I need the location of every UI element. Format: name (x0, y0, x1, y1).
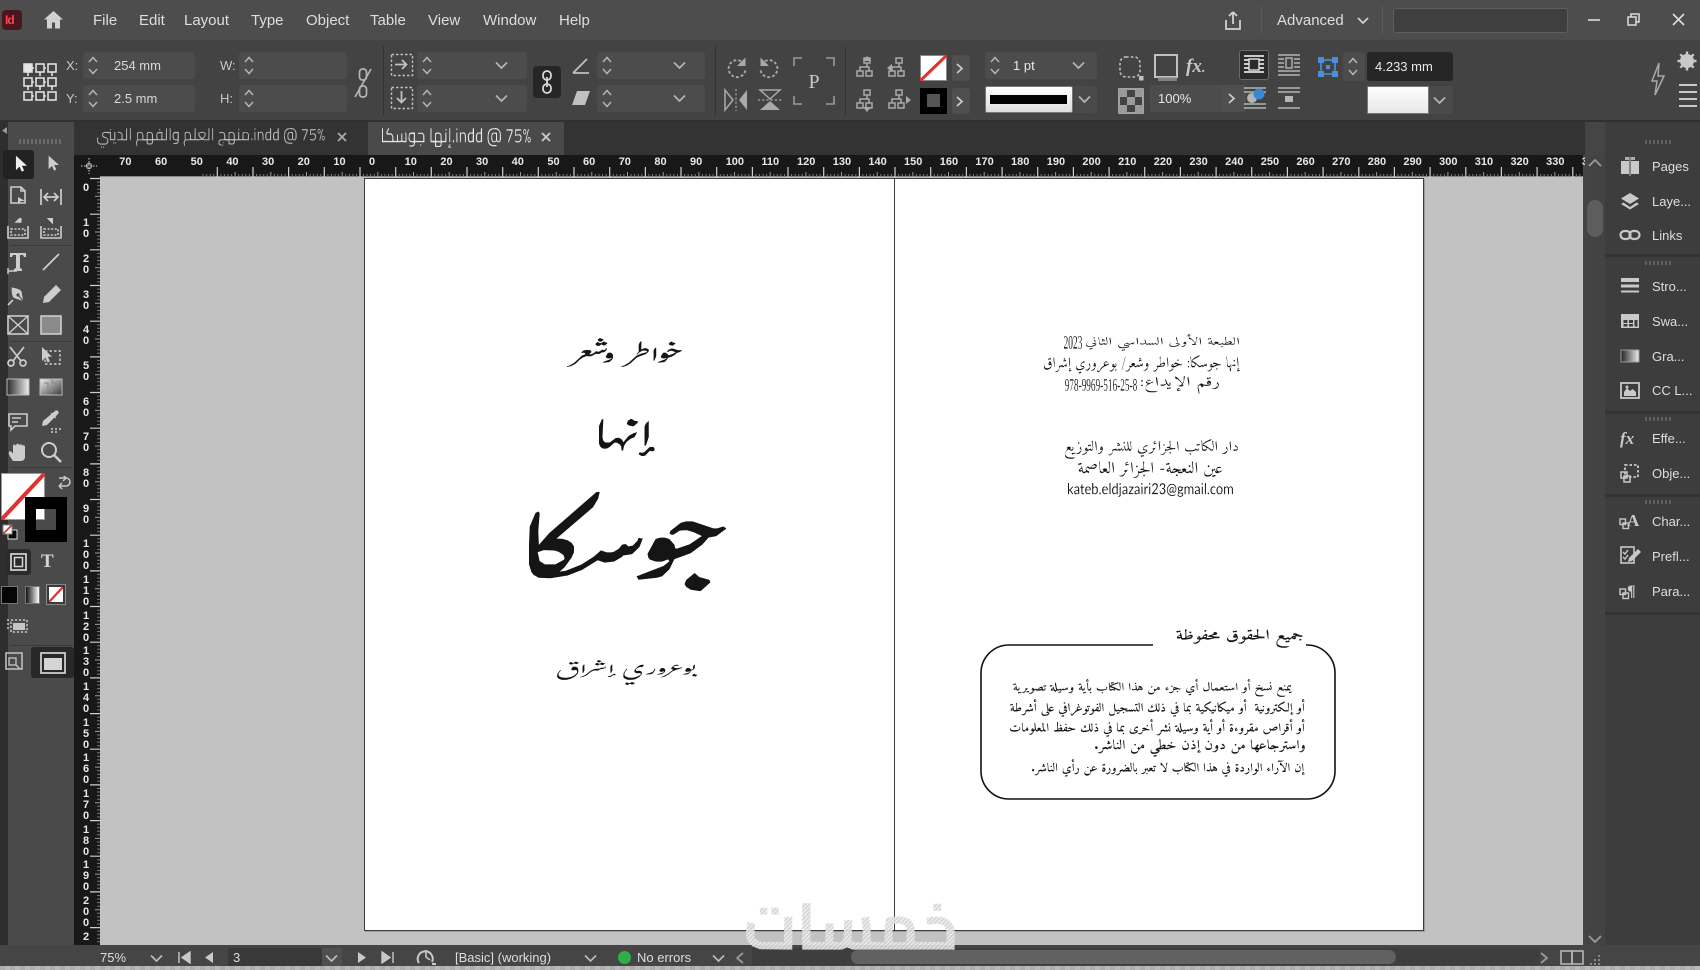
svg-text:P: P (808, 71, 819, 93)
svg-text:fx: fx (1620, 429, 1635, 448)
